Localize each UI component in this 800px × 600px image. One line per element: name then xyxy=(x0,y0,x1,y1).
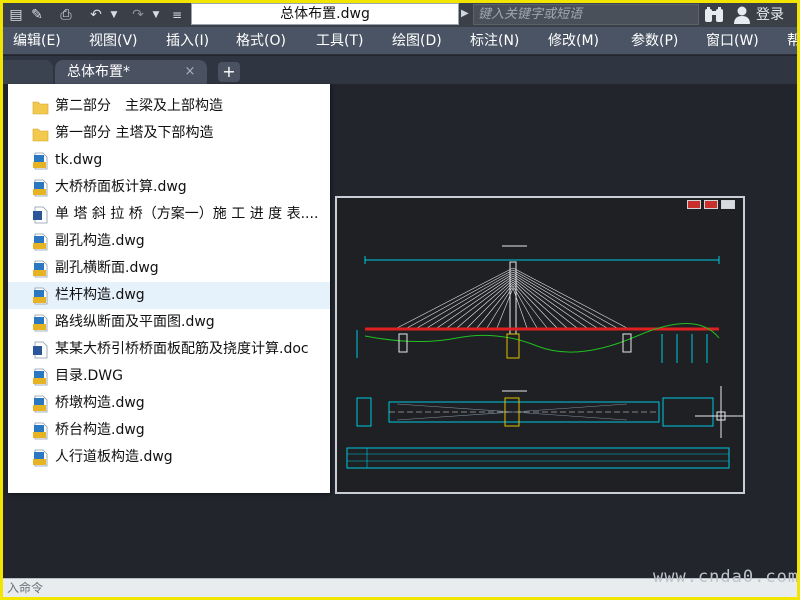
file-list-item[interactable]: 大桥桥面板计算.dwg xyxy=(8,174,330,201)
menu-window[interactable]: 窗口(W) xyxy=(706,27,759,55)
file-name: 第一部分 主塔及下部构造 xyxy=(55,125,214,141)
file-list-item[interactable]: 桥台构造.dwg xyxy=(8,417,330,444)
close-icon[interactable]: × xyxy=(183,65,197,79)
bridge-drawing xyxy=(346,245,749,469)
watermark: www.cnda0.com xyxy=(653,567,797,587)
file-name: 桥墩构造.dwg xyxy=(55,395,145,411)
title-bar: ▤ ✎ ⎙ ↶ ▼ ↷ ▼ ≡ 总体布置.dwg ▶ 登录 xyxy=(3,3,797,27)
document-tab-bar: 总体布置* × + xyxy=(3,56,797,84)
drawing-preview[interactable] xyxy=(335,196,749,494)
preview-maximize-icon[interactable] xyxy=(704,200,718,209)
dwg-file-icon xyxy=(33,422,48,440)
file-list-item[interactable]: 桥墩构造.dwg xyxy=(8,390,330,417)
preview-window-controls xyxy=(687,200,739,210)
menu-format[interactable]: 格式(O) xyxy=(236,27,286,55)
customize-toolbar-icon[interactable]: ≡ xyxy=(169,5,185,25)
file-name: 桥台构造.dwg xyxy=(55,422,145,438)
user-icon[interactable] xyxy=(733,5,751,25)
file-name: 单 塔 斜 拉 桥（方案一）施 工 进 度 表.... xyxy=(55,206,319,222)
file-name: 副孔横断面.dwg xyxy=(55,260,159,276)
document-title: 总体布置.dwg xyxy=(280,6,370,22)
new-tab-button[interactable]: + xyxy=(218,62,240,82)
menu-view[interactable]: 视图(V) xyxy=(89,27,138,55)
dwg-file-icon xyxy=(33,287,48,305)
file-name: 某某大桥引桥桥面板配筋及挠度计算.doc xyxy=(55,341,309,357)
folder-icon xyxy=(32,128,49,142)
dwg-file-icon xyxy=(33,179,48,197)
binoculars-icon[interactable] xyxy=(703,5,725,25)
application-window: ▤ ✎ ⎙ ↶ ▼ ↷ ▼ ≡ 总体布置.dwg ▶ 登录 编辑(E) 视图(V… xyxy=(3,3,797,597)
menu-insert[interactable]: 插入(I) xyxy=(166,27,209,55)
file-list-item[interactable]: 第一部分 主塔及下部构造 xyxy=(8,120,330,147)
menu-modify[interactable]: 修改(M) xyxy=(548,27,599,55)
redo-dropdown-icon[interactable]: ▼ xyxy=(151,5,161,25)
preview-close-icon[interactable] xyxy=(721,200,735,209)
save-as-icon[interactable]: ✎ xyxy=(27,5,47,25)
menu-edit[interactable]: 编辑(E) xyxy=(13,27,61,55)
file-list-popup: 第二部分 主梁及上部构造 第一部分 主塔及下部构造 tk.dwg 大桥桥面板计算.dw… xyxy=(8,84,330,493)
dwg-file-icon xyxy=(33,368,48,386)
menu-parameters[interactable]: 参数(P) xyxy=(631,27,678,55)
file-name: 副孔构造.dwg xyxy=(55,233,145,249)
dwg-file-icon xyxy=(33,260,48,278)
stay-cables xyxy=(396,267,628,329)
preview-minimize-icon[interactable] xyxy=(687,200,701,209)
file-name: 路线纵断面及平面图.dwg xyxy=(55,314,215,330)
file-name: 大桥桥面板计算.dwg xyxy=(55,179,187,195)
document-icon xyxy=(33,206,48,224)
file-name: tk.dwg xyxy=(55,152,103,168)
file-list-item[interactable]: 副孔横断面.dwg xyxy=(8,255,330,282)
dwg-file-icon xyxy=(33,395,48,413)
file-name: 目录.DWG xyxy=(55,368,123,384)
menu-tools[interactable]: 工具(T) xyxy=(316,27,363,55)
file-list-item[interactable]: 某某大桥引桥桥面板配筋及挠度计算.doc xyxy=(8,336,330,363)
login-link[interactable]: 登录 xyxy=(756,5,784,25)
file-list-item[interactable]: 副孔构造.dwg xyxy=(8,228,330,255)
file-list-item[interactable]: 路线纵断面及平面图.dwg xyxy=(8,309,330,336)
undo-icon[interactable]: ↶ xyxy=(85,5,107,25)
document-icon xyxy=(33,341,48,359)
file-list-item[interactable]: 人行道板构造.dwg xyxy=(8,444,330,471)
tab-label: 总体布置* xyxy=(67,64,130,80)
dwg-file-icon xyxy=(33,314,48,332)
app-menu-icon[interactable]: ▤ xyxy=(7,5,25,25)
tab-active-document[interactable]: 总体布置* × xyxy=(55,60,207,84)
file-list-item[interactable]: 栏杆构造.dwg xyxy=(8,282,330,309)
file-name: 栏杆构造.dwg xyxy=(55,287,145,303)
dwg-file-icon xyxy=(33,152,48,170)
search-box[interactable] xyxy=(473,4,699,25)
file-list-item[interactable]: tk.dwg xyxy=(8,147,330,174)
redo-icon[interactable]: ↷ xyxy=(127,5,149,25)
search-expand-icon[interactable]: ▶ xyxy=(461,7,471,21)
document-title-box: 总体布置.dwg xyxy=(191,3,459,25)
dwg-file-icon xyxy=(33,449,48,467)
folder-icon xyxy=(32,101,49,115)
tab-start[interactable] xyxy=(3,60,53,84)
undo-dropdown-icon[interactable]: ▼ xyxy=(109,5,119,25)
menu-draw[interactable]: 绘图(D) xyxy=(392,27,442,55)
menu-bar: 编辑(E) 视图(V) 插入(I) 格式(O) 工具(T) 绘图(D) 标注(N… xyxy=(3,27,797,55)
print-icon[interactable]: ⎙ xyxy=(55,5,77,25)
file-name: 人行道板构造.dwg xyxy=(55,449,173,465)
drawing-canvas[interactable]: 第二部分 主梁及上部构造 第一部分 主塔及下部构造 tk.dwg 大桥桥面板计算.dw… xyxy=(3,84,797,578)
file-list-item[interactable]: 单 塔 斜 拉 桥（方案一）施 工 进 度 表.... xyxy=(8,201,330,228)
file-list-item[interactable]: 目录.DWG xyxy=(8,363,330,390)
command-prompt: 入命令 xyxy=(7,581,44,595)
file-list-item[interactable]: 第二部分 主梁及上部构造 xyxy=(8,93,330,120)
file-name: 第二部分 主梁及上部构造 xyxy=(55,98,223,114)
dwg-file-icon xyxy=(33,233,48,251)
menu-help[interactable]: 帮 xyxy=(787,27,797,55)
menu-dimension[interactable]: 标注(N) xyxy=(470,27,519,55)
search-input[interactable] xyxy=(478,5,696,24)
